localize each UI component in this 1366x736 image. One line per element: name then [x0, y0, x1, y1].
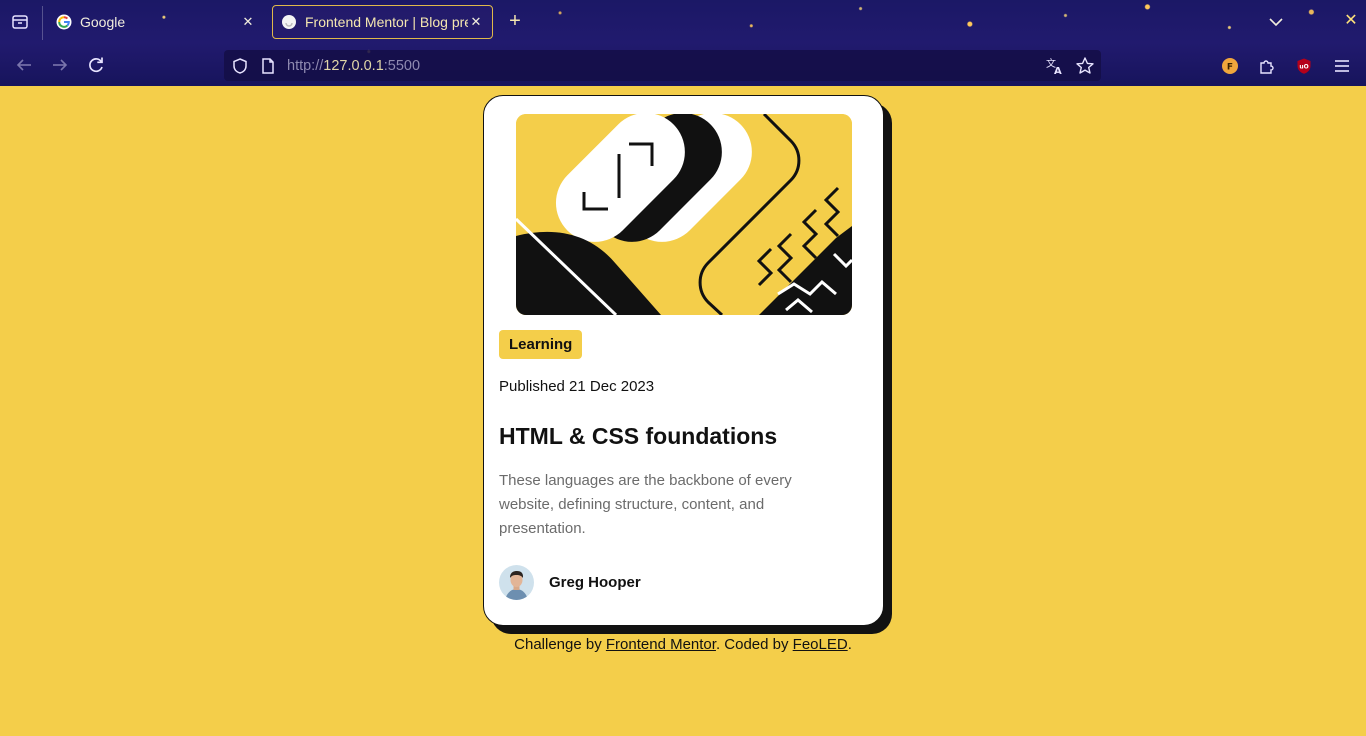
puzzle-icon	[1260, 60, 1274, 74]
back-button[interactable]	[13, 54, 35, 76]
close-icon: ✕	[1344, 12, 1358, 29]
frontend-mentor-link[interactable]: Frontend Mentor	[606, 636, 716, 653]
tab-frontend-mentor-title: Frontend Mentor | Blog preview card	[305, 14, 468, 30]
translate-icon[interactable]: 文 A	[1045, 56, 1065, 76]
account-avatar-icon: F	[1222, 58, 1238, 74]
forward-button[interactable]	[49, 54, 71, 76]
window-close-button[interactable]: ✕	[1342, 12, 1360, 30]
url-host: 127.0.0.1	[323, 57, 384, 74]
attribution-prefix: Challenge by	[514, 636, 606, 653]
tab-google[interactable]: Google ✕	[48, 5, 264, 39]
firefox-account-button[interactable]: F	[1221, 57, 1239, 75]
card-illustration	[516, 114, 852, 315]
author-name: Greg Hooper	[549, 574, 641, 591]
author: Greg Hooper	[499, 565, 641, 600]
card-description: These languages are the backbone of ever…	[499, 472, 792, 537]
arrow-left-icon	[16, 59, 31, 71]
firefox-view-icon	[12, 15, 28, 29]
page-info-icon[interactable]	[259, 57, 277, 75]
url-bar[interactable]: http://127.0.0.1:5500 文 A	[224, 50, 1101, 81]
ublock-origin-button[interactable]: uO	[1295, 57, 1313, 75]
author-avatar-image	[499, 565, 534, 600]
list-all-tabs-button[interactable]	[1266, 12, 1286, 32]
blog-preview-card: Learning Published 21 Dec 2023 HTML & CS…	[483, 95, 884, 626]
page-icon	[282, 15, 296, 29]
tab-frontend-mentor[interactable]: Frontend Mentor | Blog preview card ✕	[272, 5, 493, 39]
attribution-suffix: .	[847, 636, 852, 653]
url-scheme: http://	[287, 57, 324, 74]
card-title[interactable]: HTML & CSS foundations	[499, 423, 777, 450]
reload-button[interactable]	[85, 54, 107, 76]
url-port: :5500	[383, 57, 421, 74]
published-date: Published 21 Dec 2023	[499, 378, 655, 395]
arrow-right-icon	[53, 59, 68, 71]
attribution: Challenge by Frontend Mentor. Coded by F…	[0, 636, 1366, 653]
bookmark-star-icon[interactable]	[1075, 56, 1095, 76]
ublock-shield-icon: uO	[1297, 58, 1311, 74]
tab-groups-button[interactable]	[8, 10, 32, 34]
navigation-bar: http://127.0.0.1:5500 文 A F uO	[0, 44, 1366, 86]
close-icon[interactable]: ✕	[468, 14, 484, 30]
url-text[interactable]: http://127.0.0.1:5500	[287, 58, 420, 74]
extensions-button[interactable]	[1258, 57, 1276, 75]
tab-google-title: Google	[80, 14, 126, 30]
svg-text:A: A	[1054, 66, 1062, 76]
shield-icon[interactable]	[231, 57, 249, 75]
tab-bar: Google ✕ Frontend Mentor | Blog preview …	[0, 0, 1366, 44]
new-tab-button[interactable]: +	[504, 11, 526, 33]
author-link[interactable]: FeoLED	[793, 636, 848, 653]
svg-text:uO: uO	[1299, 64, 1308, 71]
browser-chrome: Google ✕ Frontend Mentor | Blog preview …	[0, 0, 1366, 86]
hamburger-menu-icon	[1335, 60, 1349, 72]
url-actions: 文 A	[1045, 56, 1095, 76]
category-tag: Learning	[499, 330, 583, 359]
avatar	[499, 565, 534, 600]
attribution-middle: . Coded by	[715, 636, 793, 653]
reload-icon	[89, 57, 103, 73]
google-icon	[56, 14, 72, 30]
close-icon[interactable]: ✕	[240, 14, 256, 30]
app-menu-button[interactable]	[1333, 57, 1351, 75]
plus-icon: +	[509, 10, 521, 32]
abstract-illustration-image	[516, 114, 852, 315]
svg-text:F: F	[1227, 63, 1233, 73]
chevron-down-icon	[1269, 18, 1283, 27]
tab-separator	[42, 6, 43, 40]
